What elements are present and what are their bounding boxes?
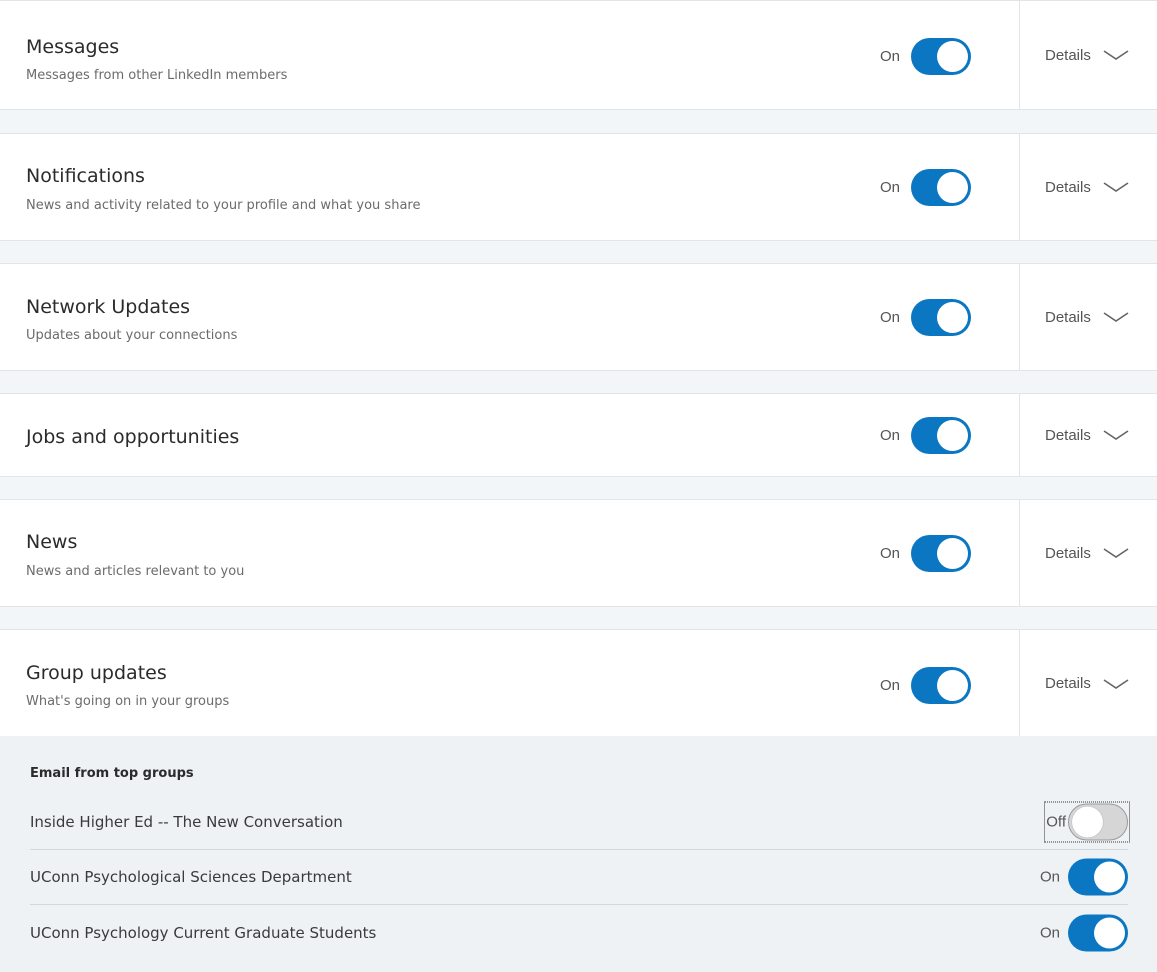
toggle-switch[interactable] <box>911 535 972 572</box>
group-name: UConn Psychology Current Graduate Studen… <box>30 924 377 942</box>
inside-higher-ed-toggle[interactable]: Off <box>1044 801 1130 843</box>
section-main: Notifications News and activity related … <box>0 134 1019 240</box>
section-title: Jobs and opportunities <box>26 426 240 448</box>
notifications-toggle[interactable]: On <box>880 169 972 206</box>
details-label: Details <box>1045 178 1091 196</box>
messages-details-button[interactable]: Details <box>1020 1 1157 109</box>
details-label: Details <box>1045 675 1091 692</box>
group-row-inside-higher-ed: Inside Higher Ed -- The New Conversation… <box>30 795 1130 850</box>
section-title: Messages <box>26 36 120 58</box>
toggle-switch[interactable] <box>911 169 972 206</box>
uconn-psych-sciences-toggle[interactable]: On <box>1039 858 1128 896</box>
group-row-uconn-psych-grad: UConn Psychology Current Graduate Studen… <box>30 906 1128 960</box>
section-main: Messages Messages from other LinkedIn me… <box>0 1 1019 109</box>
group-name: Inside Higher Ed -- The New Conversation <box>30 813 343 831</box>
section-main: News News and articles relevant to you O… <box>0 500 1019 606</box>
toggle-knob <box>937 670 969 701</box>
toggle-switch[interactable] <box>911 417 972 454</box>
section-subtitle: News and articles relevant to you <box>26 564 245 579</box>
toggle-knob <box>1094 917 1125 949</box>
group-updates-details-button[interactable]: Details <box>1020 630 1157 737</box>
notifications-details-button[interactable]: Details <box>1020 134 1157 240</box>
section-subtitle: Updates about your connections <box>26 328 238 343</box>
uconn-psych-grad-toggle[interactable]: On <box>1039 914 1128 952</box>
section-subtitle: News and activity related to your profil… <box>26 198 421 213</box>
details-label: Details <box>1045 46 1091 64</box>
section-subtitle: What's going on in your groups <box>26 694 230 709</box>
group-name: UConn Psychological Sciences Department <box>30 868 352 886</box>
group-row-uconn-psych-sciences: UConn Psychological Sciences Department … <box>30 850 1128 905</box>
jobs-details-button[interactable]: Details <box>1020 394 1157 476</box>
section-title: News <box>26 531 78 553</box>
section-group-updates: Group updates What's going on in your gr… <box>0 629 1157 737</box>
toggle-label: On <box>880 677 901 694</box>
section-main: Jobs and opportunities On <box>0 394 1019 476</box>
section-title: Network Updates <box>26 296 191 318</box>
group-updates-details-panel: Email from top groups Inside Higher Ed -… <box>0 736 1157 972</box>
toggle-knob <box>1072 806 1103 838</box>
details-label: Details <box>1045 308 1091 326</box>
toggle-knob <box>937 172 969 203</box>
news-details-button[interactable]: Details <box>1020 500 1157 606</box>
section-jobs: Jobs and opportunities On Details <box>0 393 1157 477</box>
toggle-knob <box>937 538 969 569</box>
section-main: Group updates What's going on in your gr… <box>0 630 1019 737</box>
section-notifications: Notifications News and activity related … <box>0 133 1157 241</box>
toggle-knob <box>937 420 969 451</box>
panel-heading: Email from top groups <box>30 766 194 781</box>
network-updates-toggle[interactable]: On <box>880 299 972 336</box>
chevron-down-icon <box>1103 312 1129 322</box>
news-toggle[interactable]: On <box>880 535 972 572</box>
group-updates-toggle[interactable]: On <box>880 667 972 704</box>
toggle-label: On <box>1039 868 1060 886</box>
toggle-switch[interactable] <box>1068 803 1128 841</box>
toggle-switch[interactable] <box>911 299 972 336</box>
section-messages: Messages Messages from other LinkedIn me… <box>0 0 1157 110</box>
toggle-knob <box>937 41 969 72</box>
chevron-down-icon <box>1103 182 1129 192</box>
toggle-switch[interactable] <box>1068 858 1128 896</box>
toggle-label: On <box>880 179 901 196</box>
section-main: Network Updates Updates about your conne… <box>0 264 1019 370</box>
details-label: Details <box>1045 426 1091 444</box>
section-title: Notifications <box>26 165 145 187</box>
toggle-knob <box>1094 861 1125 893</box>
toggle-switch[interactable] <box>911 667 972 704</box>
section-subtitle: Messages from other LinkedIn members <box>26 68 288 83</box>
messages-toggle[interactable]: On <box>880 38 972 75</box>
toggle-label: Off <box>1046 813 1066 831</box>
details-label: Details <box>1045 544 1091 562</box>
toggle-label: On <box>880 427 901 444</box>
chevron-down-icon <box>1103 50 1129 60</box>
toggle-label: On <box>880 309 901 326</box>
jobs-toggle[interactable]: On <box>880 417 972 454</box>
chevron-down-icon <box>1103 430 1129 440</box>
chevron-down-icon <box>1103 548 1129 558</box>
toggle-switch[interactable] <box>1068 914 1128 952</box>
toggle-label: On <box>880 545 901 562</box>
section-news: News News and articles relevant to you O… <box>0 499 1157 607</box>
toggle-switch[interactable] <box>911 38 972 75</box>
toggle-label: On <box>1039 924 1060 942</box>
chevron-down-icon <box>1103 678 1129 689</box>
network-updates-details-button[interactable]: Details <box>1020 264 1157 370</box>
toggle-label: On <box>880 48 901 65</box>
section-title: Group updates <box>26 662 167 684</box>
section-network-updates: Network Updates Updates about your conne… <box>0 263 1157 371</box>
toggle-knob <box>937 302 969 333</box>
